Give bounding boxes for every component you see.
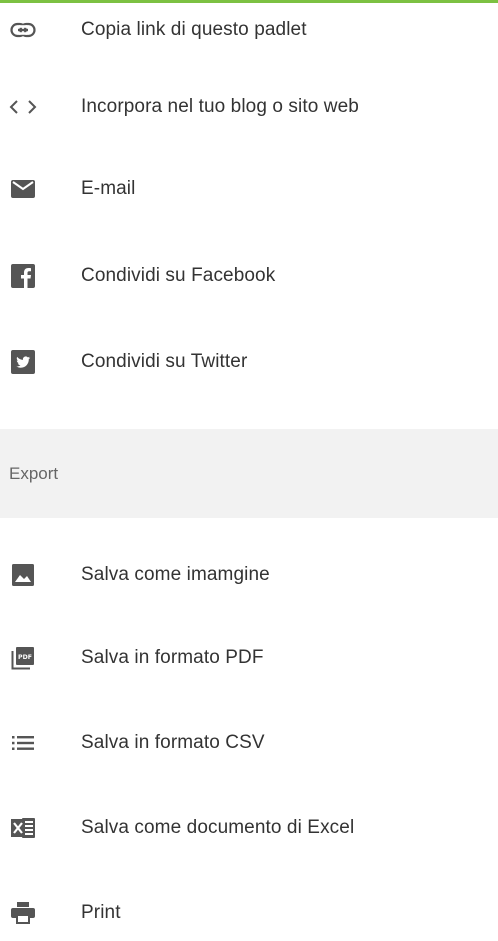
pdf-icon: PDF (8, 643, 38, 673)
twitter-item[interactable]: Condividi su Twitter (0, 334, 498, 390)
save-excel-label: Salva come documento di Excel (81, 817, 355, 838)
save-pdf-label: Salva in formato PDF (81, 647, 264, 668)
save-csv-item[interactable]: Salva in formato CSV (0, 715, 498, 771)
save-csv-label: Salva in formato CSV (81, 732, 265, 753)
print-icon (8, 898, 38, 928)
copy-link-label: Copia link di questo padlet (81, 19, 307, 40)
export-section-header: Export (0, 429, 498, 518)
embed-item[interactable]: Incorpora nel tuo blog o sito web (0, 79, 498, 135)
save-image-label: Salva come imamgine (81, 564, 270, 585)
embed-label: Incorpora nel tuo blog o sito web (81, 96, 359, 117)
email-item[interactable]: E-mail (0, 161, 498, 217)
print-item[interactable]: Print (0, 885, 498, 941)
export-title: Export (9, 463, 59, 483)
copy-link-item[interactable]: Copia link di questo padlet (0, 2, 498, 58)
excel-icon (8, 813, 38, 843)
twitter-icon (8, 347, 38, 377)
code-icon (8, 92, 38, 122)
image-icon (8, 560, 38, 590)
link-icon (8, 15, 38, 45)
save-excel-item[interactable]: Salva come documento di Excel (0, 800, 498, 856)
facebook-item[interactable]: Condividi su Facebook (0, 248, 498, 304)
facebook-label: Condividi su Facebook (81, 265, 276, 286)
mail-icon (8, 174, 38, 204)
save-pdf-item[interactable]: PDF Salva in formato PDF (0, 630, 498, 686)
email-label: E-mail (81, 178, 136, 199)
facebook-icon (8, 261, 38, 291)
save-image-item[interactable]: Salva come imamgine (0, 547, 498, 603)
twitter-label: Condividi su Twitter (81, 351, 248, 372)
svg-text:PDF: PDF (18, 654, 32, 661)
list-icon (8, 728, 38, 758)
print-label: Print (81, 902, 121, 923)
